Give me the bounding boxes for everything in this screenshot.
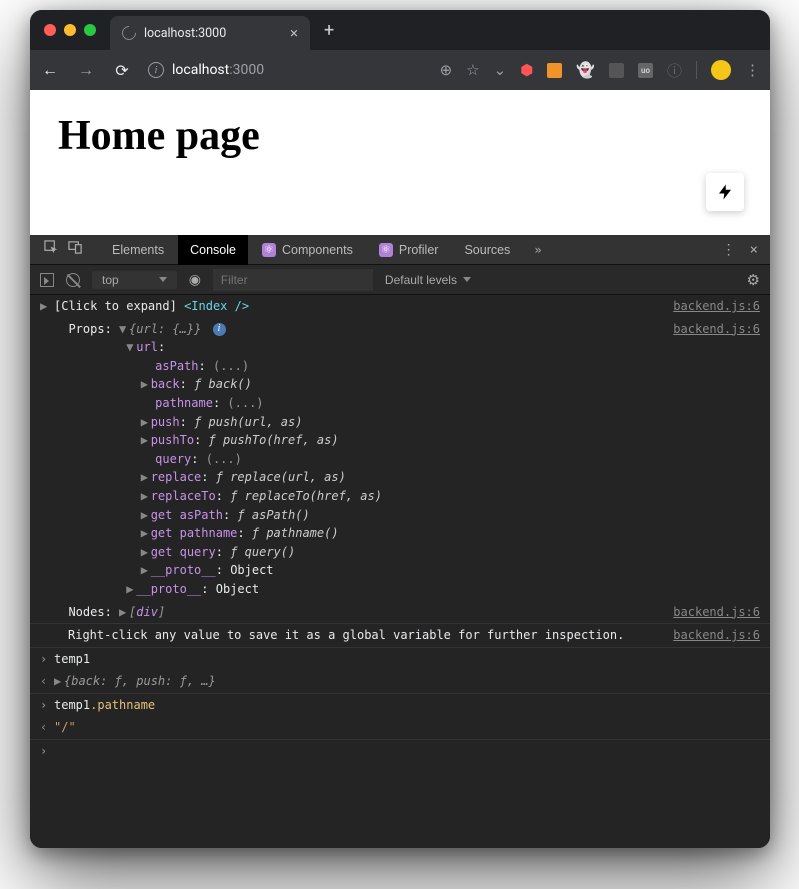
page-heading: Home page (58, 112, 742, 160)
bookmark-star-icon[interactable]: ☆ (466, 61, 479, 79)
tab-console[interactable]: Console (178, 235, 248, 265)
chevron-down-icon (159, 277, 167, 282)
repl-output: ‹"/" (30, 716, 770, 740)
site-info-icon[interactable]: i (148, 62, 164, 78)
ublock-ext-icon[interactable]: uo (638, 63, 653, 78)
filter-input[interactable] (213, 269, 373, 291)
tabs-overflow-icon[interactable]: » (524, 243, 551, 257)
devtools-tabstrip: Elements Console ⚛Components ⚛Profiler S… (30, 235, 770, 265)
console-toolbar: top ◉ Default levels ⚙ (30, 265, 770, 295)
window-titlebar: localhost:3000 × + (30, 10, 770, 50)
console-sidebar-toggle-icon[interactable] (40, 273, 54, 287)
chevron-down-icon (463, 277, 471, 282)
console-settings-icon[interactable]: ⚙ (747, 271, 760, 289)
address-bar: ← → ⟳ i localhost:3000 ⊕ ☆ ⌄ ⬢ 👻 uo ⓘ ⋮ (30, 50, 770, 90)
live-expression-icon[interactable]: ◉ (189, 271, 201, 288)
info-badge-icon[interactable]: i (213, 323, 226, 336)
reload-button[interactable]: ⟳ (112, 61, 132, 80)
new-tab-button[interactable]: + (310, 20, 348, 41)
tab-components[interactable]: ⚛Components (250, 235, 365, 265)
minimize-window-icon[interactable] (64, 24, 76, 36)
source-link[interactable]: backend.js:6 (673, 626, 760, 645)
log-levels-selector[interactable]: Default levels (385, 273, 471, 287)
devtools-panel: Elements Console ⚛Components ⚛Profiler S… (30, 235, 770, 848)
forward-button[interactable]: → (76, 60, 96, 80)
traffic-lights[interactable] (30, 24, 110, 36)
toolbar-icons: ⊕ ☆ ⌄ ⬢ 👻 uo ⓘ ⋮ (440, 60, 760, 81)
menu-kebab-icon[interactable]: ⋮ (745, 61, 760, 79)
repl-input[interactable]: ›temp1.pathname (30, 694, 770, 717)
separator (696, 61, 697, 79)
log-entry-hint: Right-click any value to save it as a gl… (30, 624, 770, 648)
console-output: ▶ [Click to expand] <Index /> backend.js… (30, 295, 770, 848)
react-icon: ⚛ (379, 243, 393, 257)
url-field[interactable]: i localhost:3000 (148, 62, 264, 78)
source-link[interactable]: backend.js:6 (673, 603, 760, 622)
context-selector[interactable]: top (92, 271, 177, 289)
ext-orange-icon[interactable] (547, 63, 562, 78)
back-button[interactable]: ← (40, 60, 60, 80)
tab-profiler[interactable]: ⚛Profiler (367, 235, 451, 265)
repl-input[interactable]: ›temp1 (30, 648, 770, 671)
lightning-icon (716, 183, 734, 201)
url-host: localhost (172, 62, 229, 78)
inspect-element-icon[interactable] (40, 240, 62, 259)
lightning-fab[interactable] (706, 173, 744, 211)
tab-elements[interactable]: Elements (100, 235, 176, 265)
zoom-icon[interactable]: ⊕ (440, 61, 453, 79)
log-entry-nodes[interactable]: Nodes: ▶[div] backend.js:6 (30, 601, 770, 625)
repl-output[interactable]: ‹▶{back: ƒ, push: ƒ, …} (30, 670, 770, 694)
shield-ext-icon[interactable]: ⬢ (520, 61, 533, 79)
profile-avatar-icon[interactable] (711, 60, 731, 80)
page-content: Home page (30, 90, 770, 235)
log-entry[interactable]: ▶ [Click to expand] <Index /> backend.js… (30, 295, 770, 318)
browser-tab[interactable]: localhost:3000 × (110, 16, 310, 50)
close-window-icon[interactable] (44, 24, 56, 36)
react-icon: ⚛ (262, 243, 276, 257)
devtools-menu-icon[interactable]: ⋮ (722, 242, 736, 258)
source-link[interactable]: backend.js:6 (673, 320, 760, 339)
ghost-ext-icon[interactable]: 👻 (576, 61, 595, 79)
tab-favicon-icon (119, 23, 139, 43)
ext-info-icon[interactable]: ⓘ (667, 60, 682, 81)
pocket-icon[interactable]: ⌄ (494, 61, 507, 79)
log-entry-props[interactable]: Props: ▼{url: {…}} i ▼url: asPath: (...)… (30, 318, 770, 601)
devtools-close-icon[interactable]: × (750, 242, 758, 258)
maximize-window-icon[interactable] (84, 24, 96, 36)
tab-title: localhost:3000 (144, 26, 226, 41)
repl-prompt[interactable]: › (30, 740, 770, 763)
ext-gray-icon[interactable] (609, 63, 624, 78)
url-port: :3000 (229, 62, 264, 78)
tab-sources[interactable]: Sources (452, 235, 522, 265)
source-link[interactable]: backend.js:6 (673, 297, 760, 316)
tab-close-icon[interactable]: × (290, 24, 298, 42)
clear-console-icon[interactable] (66, 273, 80, 287)
device-toggle-icon[interactable] (64, 240, 86, 259)
